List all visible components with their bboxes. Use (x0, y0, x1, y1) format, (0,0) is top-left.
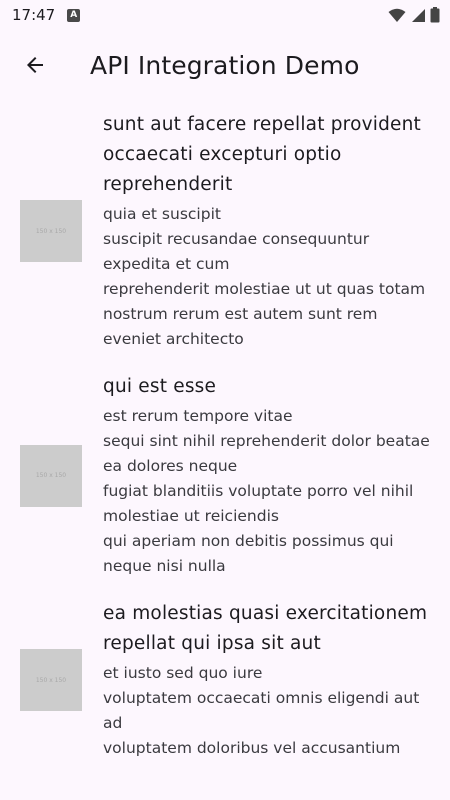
post-body: et iusto sed quo iure voluptatem occaeca… (103, 664, 420, 757)
status-left: 17:47 A (12, 6, 81, 24)
app-bar: API Integration Demo (0, 30, 450, 100)
item-text: sunt aut facere repellat provident occae… (103, 110, 436, 352)
status-bar: 17:47 A (0, 0, 450, 30)
thumbnail-image: 150 x 150 (20, 649, 82, 711)
arrow-back-icon (27, 57, 43, 73)
thumbnail-image: 150 x 150 (20, 444, 82, 507)
post-body: est rerum tempore vitae sequi sint nihil… (103, 407, 430, 575)
thumbnail-image: 150 x 150 (20, 200, 82, 262)
post-body: quia et suscipit suscipit recusandae con… (103, 205, 426, 348)
post-title: ea molestias quasi exercitationem repell… (103, 603, 428, 654)
signal-icon (412, 8, 425, 22)
post-title: qui est esse (103, 376, 217, 397)
battery-icon (430, 7, 440, 23)
page-title: API Integration Demo (90, 50, 360, 80)
list-item[interactable]: 150 x 150 qui est esse est rerum tempore… (0, 372, 450, 579)
item-text: qui est esse est rerum tempore vitae seq… (103, 372, 436, 579)
status-time: 17:47 (12, 6, 56, 24)
notification-badge-icon: A (67, 8, 81, 22)
list-item[interactable]: 150 x 150 ea molestias quasi exercitatio… (0, 599, 450, 761)
back-button[interactable] (20, 50, 50, 80)
post-list[interactable]: 150 x 150 sunt aut facere repellat provi… (0, 100, 450, 761)
wifi-icon (388, 8, 406, 22)
item-text: ea molestias quasi exercitationem repell… (103, 599, 436, 761)
status-icons (388, 7, 440, 23)
post-title: sunt aut facere repellat provident occae… (103, 114, 421, 195)
list-item[interactable]: 150 x 150 sunt aut facere repellat provi… (0, 110, 450, 352)
